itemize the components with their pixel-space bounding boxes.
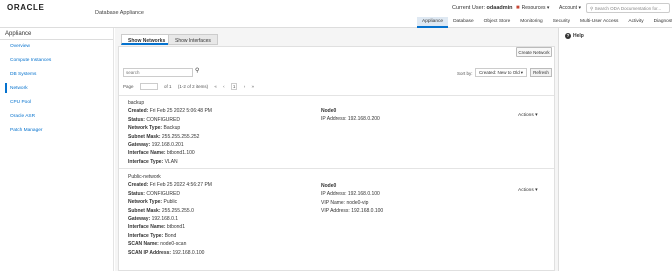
network-row-backup: backup Created: Fri Feb 25 2022 5:06:48 … xyxy=(128,99,212,166)
tab-object-store[interactable]: Object Store xyxy=(479,17,516,28)
header: ORACLE Database Appliance Current User: … xyxy=(0,0,672,28)
page-range-label: (1-2 of 2 items) xyxy=(177,83,209,89)
app-title: Database Appliance xyxy=(95,10,144,16)
oracle-logo: ORACLE xyxy=(7,3,45,12)
tab-multi-user-access[interactable]: Multi-User Access xyxy=(575,17,623,28)
main-nav: Appliance Database Object Store Monitori… xyxy=(417,17,672,28)
chevron-down-icon: ▾ xyxy=(535,188,538,193)
node-name: Node0 xyxy=(321,108,337,114)
chevron-down-icon: ▾ xyxy=(578,5,581,11)
network-search-input[interactable] xyxy=(123,68,193,77)
sidebar-item-overview[interactable]: Overview xyxy=(10,44,30,49)
sort-by-label: Sort by: xyxy=(457,71,473,76)
divider xyxy=(119,168,554,169)
node-detail: IP Address: 192.168.0.200 xyxy=(321,116,380,123)
main-content: Show Networks Show Interfaces Create Net… xyxy=(115,28,558,271)
sort-select-value: Created: New to Old xyxy=(479,70,520,75)
sort-select[interactable]: Created: New to Old ▾ xyxy=(475,68,527,77)
node-detail: IP Address: 192.168.0.100 xyxy=(321,191,380,198)
chevron-down-icon: ▾ xyxy=(520,70,523,75)
network-field: Gateway: 192.168.0.1 xyxy=(128,216,179,223)
tab-security[interactable]: Security xyxy=(548,17,575,28)
tab-monitoring[interactable]: Monitoring xyxy=(515,17,547,28)
account-label: Account xyxy=(559,5,578,11)
page-number-input[interactable] xyxy=(139,83,158,90)
network-field: Status: CONFIGURED xyxy=(128,116,180,123)
node-info-public: Node0 IP Address: 192.168.0.100 VIP Name… xyxy=(321,182,383,216)
search-icon: ⚲ xyxy=(590,6,594,11)
actions-menu-public[interactable]: Actions ▾ xyxy=(518,188,538,193)
current-user-label: Current User: xyxy=(452,5,486,11)
page-label: Page xyxy=(123,83,134,89)
network-name: Public-network xyxy=(128,174,161,180)
refresh-button[interactable]: Refresh xyxy=(530,68,552,77)
pagination: Page of 1 (1-2 of 2 items) « ‹ 1 › » xyxy=(123,82,259,90)
network-field: Status: CONFIGURED xyxy=(128,190,180,197)
search-icon[interactable]: ⚲ xyxy=(195,67,199,74)
node-detail: VIP Name: node0-vip xyxy=(321,199,369,206)
account-menu[interactable]: Account ▾ xyxy=(559,5,581,11)
resources-icon: ■ xyxy=(516,5,520,11)
last-page-icon[interactable]: » xyxy=(251,84,254,89)
sidebar: Appliance Overview Compute Instances DB … xyxy=(0,28,114,271)
current-page-number[interactable]: 1 xyxy=(230,82,238,90)
node-detail: VIP Address: 192.168.0.100 xyxy=(321,208,384,215)
network-field: Interface Name: btbond1 xyxy=(128,224,185,231)
tab-show-networks[interactable]: Show Networks xyxy=(121,34,173,45)
network-field: Subnet Mask: 255.255.255.252 xyxy=(128,133,200,140)
sidebar-item-patch-manager[interactable]: Patch Manager xyxy=(10,128,43,133)
documentation-search-placeholder: Search ODA Documentation for... xyxy=(594,6,662,11)
sidebar-item-oracle-asr[interactable]: Oracle ASR xyxy=(10,114,35,119)
chevron-down-icon: ▾ xyxy=(546,5,550,11)
tab-database[interactable]: Database xyxy=(448,17,479,28)
current-user: Current User: odaadmin xyxy=(452,5,513,11)
help-link[interactable]: ? Help xyxy=(565,33,584,39)
sidebar-item-compute-instances[interactable]: Compute Instances xyxy=(10,58,51,63)
node-name: Node0 xyxy=(321,183,337,189)
networks-panel: Create Network ⚲ Page of 1 (1-2 of 2 ite… xyxy=(118,46,555,271)
network-field: Interface Type: Bond xyxy=(128,232,177,239)
help-panel: ? Help xyxy=(558,28,672,271)
network-field: Interface Name: btbond1.100 xyxy=(128,150,195,157)
resources-label: Resources xyxy=(521,5,546,11)
network-row-public: Public-network Created: Fri Feb 25 2022 … xyxy=(128,173,212,257)
actions-menu-backup[interactable]: Actions ▾ xyxy=(518,113,538,118)
network-field: Created: Fri Feb 25 2022 5:06:48 PM xyxy=(128,108,212,115)
help-icon: ? xyxy=(565,33,571,39)
first-page-icon[interactable]: « xyxy=(214,84,217,89)
actions-label: Actions xyxy=(518,113,534,118)
sidebar-active-marker xyxy=(5,83,7,93)
actions-label: Actions xyxy=(518,188,534,193)
sidebar-item-network[interactable]: Network xyxy=(10,86,28,91)
sidebar-divider xyxy=(0,39,113,40)
help-label: Help xyxy=(573,33,584,39)
next-page-icon[interactable]: › xyxy=(244,84,246,89)
network-name: backup xyxy=(128,100,145,106)
tab-activity[interactable]: Activity xyxy=(623,17,648,28)
divider xyxy=(119,95,554,96)
sidebar-item-db-systems[interactable]: DB Systems xyxy=(10,72,36,77)
tab-show-interfaces[interactable]: Show Interfaces xyxy=(168,34,218,45)
documentation-search-input[interactable]: ⚲ Search ODA Documentation for... xyxy=(586,3,670,13)
chevron-down-icon: ▾ xyxy=(535,113,538,118)
tab-diagnostics[interactable]: Diagnostics xyxy=(649,17,672,28)
sidebar-title: Appliance xyxy=(5,31,32,37)
network-field: Subnet Mask: 255.255.255.0 xyxy=(128,207,194,214)
network-field: Interface Type: VLAN xyxy=(128,158,178,165)
create-network-button[interactable]: Create Network xyxy=(516,47,552,57)
tab-appliance[interactable]: Appliance xyxy=(417,17,449,28)
prev-page-icon[interactable]: ‹ xyxy=(223,84,225,89)
network-field: Network Type: Public xyxy=(128,199,178,206)
network-field: SCAN IP Address: 192.168.0.100 xyxy=(128,249,205,256)
network-field: Gateway: 192.168.0.201 xyxy=(128,142,184,149)
current-user-name: odaadmin xyxy=(486,5,513,11)
network-field: Network Type: Backup xyxy=(128,125,181,132)
network-field: Created: Fri Feb 25 2022 4:56:27 PM xyxy=(128,182,212,189)
node-info-backup: Node0 IP Address: 192.168.0.200 xyxy=(321,107,380,124)
network-field: SCAN Name: node0-scan xyxy=(128,241,187,248)
page-of-label: of 1 xyxy=(164,83,172,89)
sidebar-item-cpu-pool[interactable]: CPU Pool xyxy=(10,100,31,105)
resources-menu[interactable]: ■ Resources ▾ xyxy=(516,5,549,11)
